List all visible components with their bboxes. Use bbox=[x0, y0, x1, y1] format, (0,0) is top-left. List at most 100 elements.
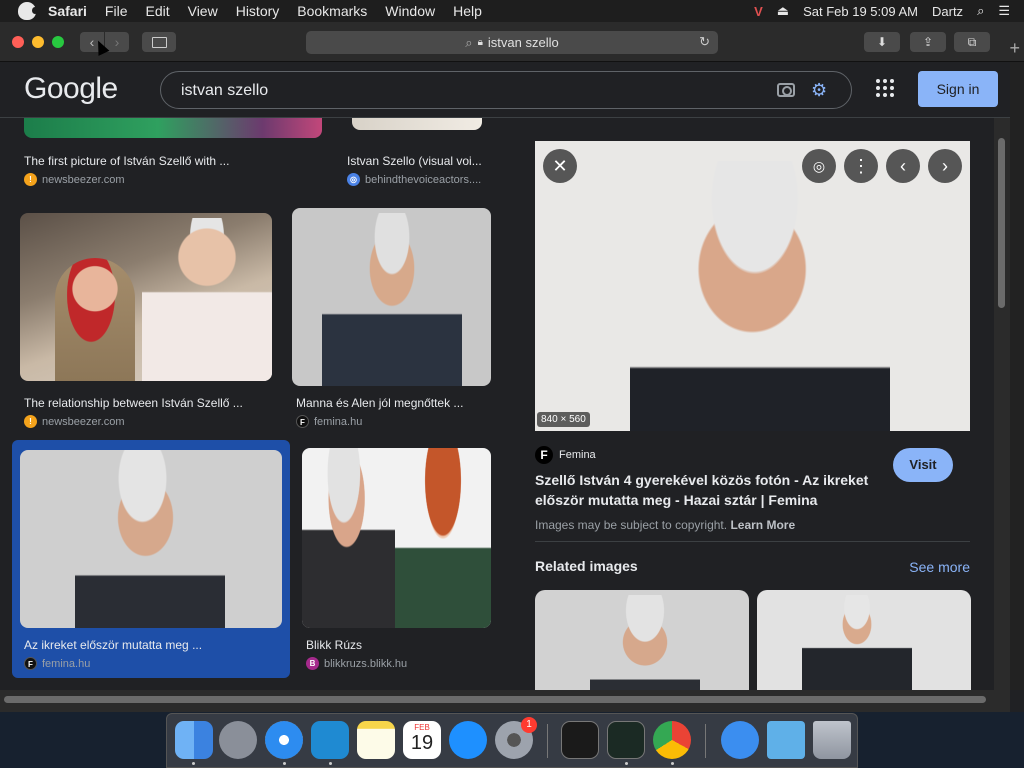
person-figure bbox=[590, 595, 700, 690]
sign-in-button[interactable]: Sign in bbox=[918, 71, 998, 107]
tab-overview-button[interactable]: ⧉ bbox=[954, 32, 990, 52]
learn-more-link[interactable]: Learn More bbox=[730, 518, 795, 532]
result-image[interactable] bbox=[24, 118, 322, 138]
terminal-icon[interactable] bbox=[561, 721, 599, 759]
result-title[interactable]: Istvan Szello (visual voi... bbox=[347, 154, 482, 168]
result-image[interactable] bbox=[20, 213, 272, 381]
menu-file[interactable]: File bbox=[105, 3, 128, 19]
see-more-link[interactable]: See more bbox=[909, 559, 970, 575]
close-window-button[interactable] bbox=[12, 36, 24, 48]
vscode-icon[interactable] bbox=[311, 721, 349, 759]
related-image-2[interactable] bbox=[757, 590, 971, 690]
result-image[interactable] bbox=[352, 118, 482, 130]
google-apps-icon[interactable] bbox=[876, 79, 894, 97]
launchpad-icon[interactable] bbox=[219, 721, 257, 759]
result-title[interactable]: Manna és Alen jól megnőttek ... bbox=[296, 396, 463, 410]
result-title[interactable]: Blikk Rúzs bbox=[306, 638, 362, 652]
result-source[interactable]: ◎ behindthevoiceactors.... bbox=[347, 173, 481, 186]
reload-icon[interactable]: ↻ bbox=[699, 34, 710, 50]
google-header: Google istvan szello ⚙ Sign in bbox=[0, 62, 1010, 118]
result-title[interactable]: The first picture of István Szellő with … bbox=[24, 154, 229, 168]
lock-icon: 🔒︎ bbox=[477, 37, 483, 48]
lens-search-icon[interactable]: ◎ bbox=[802, 149, 836, 183]
search-query[interactable]: istvan szello bbox=[181, 82, 268, 100]
menu-bookmarks[interactable]: Bookmarks bbox=[297, 3, 367, 19]
app-store-downloads-icon[interactable] bbox=[721, 721, 759, 759]
eject-icon[interactable]: ⏏ bbox=[777, 3, 789, 19]
result-image[interactable] bbox=[292, 208, 491, 386]
horizontal-scroll-thumb[interactable] bbox=[4, 696, 986, 703]
running-indicator bbox=[192, 762, 195, 765]
downloads-folder-icon[interactable] bbox=[767, 721, 805, 759]
detail-title[interactable]: Szellő István 4 gyerekével közös fotón -… bbox=[535, 470, 885, 510]
share-button[interactable]: ⇪ bbox=[910, 32, 946, 52]
result-source[interactable]: ! newsbeezer.com bbox=[24, 173, 125, 186]
zoom-window-button[interactable] bbox=[52, 36, 64, 48]
system-preferences-icon[interactable]: 1 bbox=[495, 717, 537, 759]
user-name[interactable]: Dartz bbox=[932, 4, 963, 19]
horizontal-scrollbar[interactable] bbox=[0, 690, 1010, 712]
previous-icon[interactable]: ‹ bbox=[886, 149, 920, 183]
minimize-window-button[interactable] bbox=[32, 36, 44, 48]
person-figure bbox=[55, 258, 135, 381]
finder-icon[interactable] bbox=[175, 721, 213, 759]
close-icon[interactable]: ✕ bbox=[543, 149, 577, 183]
menu-help[interactable]: Help bbox=[453, 3, 482, 19]
chrome-icon[interactable] bbox=[653, 721, 691, 759]
related-image-1[interactable] bbox=[535, 590, 749, 690]
person-figure bbox=[302, 448, 395, 628]
newsbeezer-icon: ! bbox=[24, 173, 37, 186]
clock[interactable]: Sat Feb 19 5:09 AM bbox=[803, 4, 918, 19]
person-figure bbox=[802, 595, 912, 690]
image-size: 840 × 560 bbox=[537, 412, 590, 427]
result-source[interactable]: Ffemina.hu bbox=[296, 415, 362, 428]
new-tab-button[interactable]: + bbox=[1009, 38, 1020, 59]
visit-button[interactable]: Visit bbox=[893, 448, 953, 482]
downloads-button[interactable]: ⬇ bbox=[864, 32, 900, 52]
address-bar[interactable]: ⌕ 🔒︎ istvan szello ↻ bbox=[306, 31, 718, 54]
menu-edit[interactable]: Edit bbox=[145, 3, 169, 19]
menu-history[interactable]: History bbox=[236, 3, 280, 19]
calendar-icon[interactable]: FEB 19 bbox=[403, 721, 441, 759]
copyright-note: Images may be subject to copyright. Lear… bbox=[535, 518, 796, 532]
activity-monitor-icon[interactable] bbox=[607, 721, 645, 759]
vpn-icon[interactable]: V bbox=[754, 4, 763, 19]
vertical-scroll-thumb[interactable] bbox=[998, 138, 1005, 308]
running-indicator bbox=[625, 762, 628, 765]
running-indicator bbox=[671, 762, 674, 765]
person-figure bbox=[75, 450, 225, 628]
person-figure bbox=[142, 218, 272, 381]
running-indicator bbox=[283, 762, 286, 765]
app-store-icon[interactable] bbox=[449, 721, 487, 759]
safari-toolbar: ‹ › ⌕ 🔒︎ istvan szello ↻ ⬇ ⇪ ⧉ + bbox=[0, 22, 1024, 62]
result-source[interactable]: Ffemina.hu bbox=[24, 657, 90, 670]
more-options-icon[interactable]: ⋮ bbox=[844, 149, 878, 183]
google-logo[interactable]: Google bbox=[24, 72, 118, 106]
result-source[interactable]: ! newsbeezer.com bbox=[24, 415, 125, 428]
control-center-icon[interactable]: ☰ bbox=[998, 3, 1010, 19]
behindthevoiceactors-icon: ◎ bbox=[347, 173, 360, 186]
result-title[interactable]: The relationship between István Szellő .… bbox=[24, 396, 243, 410]
notes-icon[interactable] bbox=[357, 721, 395, 759]
search-input[interactable]: istvan szello ⚙ bbox=[160, 71, 852, 109]
spotlight-icon[interactable]: ⌕ bbox=[977, 3, 984, 19]
next-icon[interactable]: › bbox=[928, 149, 962, 183]
preview-image[interactable]: ✕ ◎ ⋮ ‹ › 840 × 560 bbox=[535, 141, 970, 431]
result-image[interactable] bbox=[302, 448, 491, 628]
menu-safari[interactable]: Safari bbox=[48, 3, 87, 19]
apple-icon[interactable] bbox=[18, 2, 38, 20]
camera-icon[interactable] bbox=[777, 83, 795, 97]
safari-icon[interactable] bbox=[265, 721, 303, 759]
menu-view[interactable]: View bbox=[188, 3, 218, 19]
menu-bar: Safari File Edit View History Bookmarks … bbox=[0, 0, 1024, 22]
vertical-scrollbar[interactable] bbox=[994, 118, 1010, 690]
result-title[interactable]: Az ikreket először mutatta meg ... bbox=[24, 638, 202, 652]
result-source[interactable]: Bblikkruzs.blikk.hu bbox=[306, 657, 407, 670]
image-detail-panel: ✕ ◎ ⋮ ‹ › 840 × 560 F Femina Szellő Istv… bbox=[510, 118, 994, 690]
search-settings-icon[interactable]: ⚙ bbox=[811, 80, 833, 100]
result-image[interactable] bbox=[20, 450, 282, 628]
detail-source[interactable]: F Femina bbox=[535, 446, 596, 464]
trash-icon[interactable] bbox=[813, 721, 851, 759]
sidebar-toggle-button[interactable] bbox=[142, 32, 176, 52]
menu-window[interactable]: Window bbox=[385, 3, 435, 19]
